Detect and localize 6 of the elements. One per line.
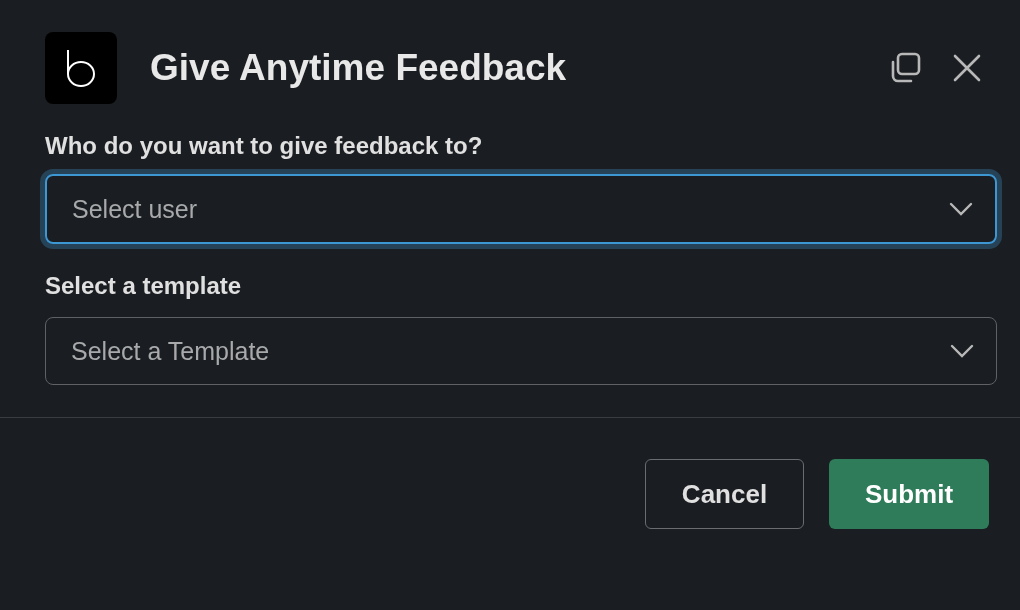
cancel-button[interactable]: Cancel xyxy=(645,459,804,529)
field-label: Who do you want to give feedback to? xyxy=(45,132,484,160)
submit-button[interactable]: Submit xyxy=(829,459,989,529)
select-field[interactable]: Select a Template xyxy=(45,317,997,385)
field-label: Select a template xyxy=(45,272,243,300)
dialog-title: Give Anytime Feedback xyxy=(150,47,568,89)
